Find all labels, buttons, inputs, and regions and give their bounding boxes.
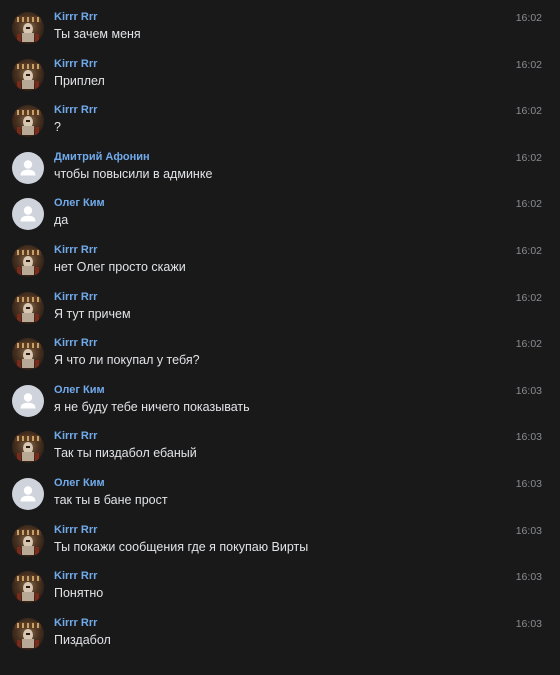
message-text: Ты покажи сообщения где я покупаю Вирты [54, 540, 309, 554]
message-text: чтобы повысили в админке [54, 167, 213, 181]
message-time: 16:03 [515, 571, 542, 583]
photo-avatar[interactable] [12, 338, 44, 370]
message-row[interactable]: Олег Ким да 16:02 [0, 186, 560, 232]
message-row[interactable]: Дмитрий Афонин чтобы повысили в админке 16… [0, 140, 560, 186]
message-row[interactable]: Олег Ким я не буду тебе ничего показывать… [0, 373, 560, 419]
user-icon[interactable] [12, 198, 44, 230]
message-text: да [54, 213, 69, 227]
message-text: Так ты пиздабол ебаный [54, 446, 197, 460]
photo-avatar[interactable] [12, 105, 44, 137]
message-row[interactable]: Kirrr Rrr Понятно 16:03 [0, 559, 560, 605]
message-author[interactable]: Kirrr Rrr [54, 11, 97, 23]
message-author[interactable]: Kirrr Rrr [54, 244, 97, 256]
message-row[interactable]: Олег Ким так ты в бане прост 16:03 [0, 466, 560, 512]
message-time: 16:03 [515, 385, 542, 397]
message-time: 16:02 [515, 152, 542, 164]
message-time: 16:02 [515, 245, 542, 257]
chat-history: Kirrr Rrr Ты зачем меня 16:02 Kirrr Rrr Прип… [0, 0, 560, 675]
photo-avatar[interactable] [12, 525, 44, 557]
message-text: Приплел [54, 74, 105, 88]
message-time: 16:03 [515, 525, 542, 537]
message-time: 16:02 [515, 12, 542, 24]
message-author[interactable]: Kirrr Rrr [54, 570, 97, 582]
message-author[interactable]: Олег Ким [54, 477, 105, 489]
message-text: Пиздабол [54, 633, 111, 647]
message-text: я не буду тебе ничего показывать [54, 400, 250, 414]
message-time: 16:03 [515, 478, 542, 490]
message-text: Я что ли покупал у тебя? [54, 353, 200, 367]
message-time: 16:03 [515, 431, 542, 443]
message-row[interactable]: Kirrr Rrr Так ты пиздабол ебаный 16:03 [0, 419, 560, 465]
photo-avatar[interactable] [12, 618, 44, 650]
message-time: 16:02 [515, 338, 542, 350]
message-time: 16:03 [515, 618, 542, 630]
message-row[interactable]: Kirrr Rrr Ты зачем меня 16:02 [0, 0, 560, 46]
message-time: 16:02 [515, 292, 542, 304]
message-author[interactable]: Kirrr Rrr [54, 430, 97, 442]
message-row[interactable]: Kirrr Rrr нет Олег просто скажи 16:02 [0, 233, 560, 279]
message-author[interactable]: Олег Ким [54, 384, 105, 396]
message-author[interactable]: Дмитрий Афонин [54, 151, 150, 163]
message-author[interactable]: Kirrr Rrr [54, 291, 97, 303]
user-icon[interactable] [12, 152, 44, 184]
message-row[interactable]: Kirrr Rrr Пиздабол 16:03 [0, 606, 560, 652]
message-row[interactable]: Kirrr Rrr? 16:02 [0, 93, 560, 139]
message-author[interactable]: Kirrr Rrr [54, 337, 97, 349]
message-text: ? [54, 120, 61, 134]
message-row[interactable]: Kirrr Rrr Приплел 16:02 [0, 47, 560, 93]
photo-avatar[interactable] [12, 59, 44, 91]
message-row[interactable]: Kirrr Rrr Ты покажи сообщения где я покуп… [0, 513, 560, 559]
message-author[interactable]: Kirrr Rrr [54, 524, 97, 536]
photo-avatar[interactable] [12, 571, 44, 603]
photo-avatar[interactable] [12, 12, 44, 44]
photo-avatar[interactable] [12, 292, 44, 324]
photo-avatar[interactable] [12, 245, 44, 277]
message-time: 16:02 [515, 59, 542, 71]
message-row[interactable]: Kirrr Rrr Я тут причем 16:02 [0, 280, 560, 326]
message-text: нет Олег просто скажи [54, 260, 186, 274]
message-text: Понятно [54, 586, 104, 600]
message-author[interactable]: Kirrr Rrr [54, 104, 97, 116]
message-time: 16:02 [515, 105, 542, 117]
message-text: так ты в бане прост [54, 493, 168, 507]
message-row[interactable]: Kirrr Rrr Я что ли покупал у тебя? 16:02 [0, 326, 560, 372]
user-icon[interactable] [12, 385, 44, 417]
photo-avatar[interactable] [12, 431, 44, 463]
message-text: Ты зачем меня [54, 27, 141, 41]
message-text: Я тут причем [54, 307, 131, 321]
message-time: 16:02 [515, 198, 542, 210]
message-author[interactable]: Kirrr Rrr [54, 617, 97, 629]
message-author[interactable]: Kirrr Rrr [54, 58, 97, 70]
user-icon[interactable] [12, 478, 44, 510]
message-author[interactable]: Олег Ким [54, 197, 105, 209]
